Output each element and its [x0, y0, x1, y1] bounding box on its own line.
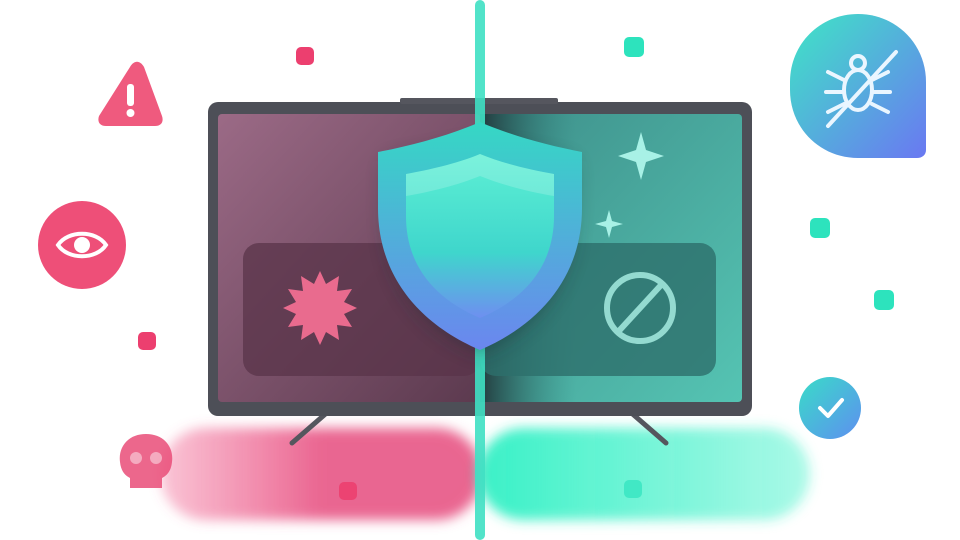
warning-triangle-icon — [98, 61, 163, 126]
check-icon — [799, 377, 861, 439]
tv-protection-illustration — [0, 0, 960, 540]
illustration-canvas — [38, 0, 926, 540]
no-bug-icon — [790, 14, 926, 158]
eye-icon — [38, 201, 126, 289]
